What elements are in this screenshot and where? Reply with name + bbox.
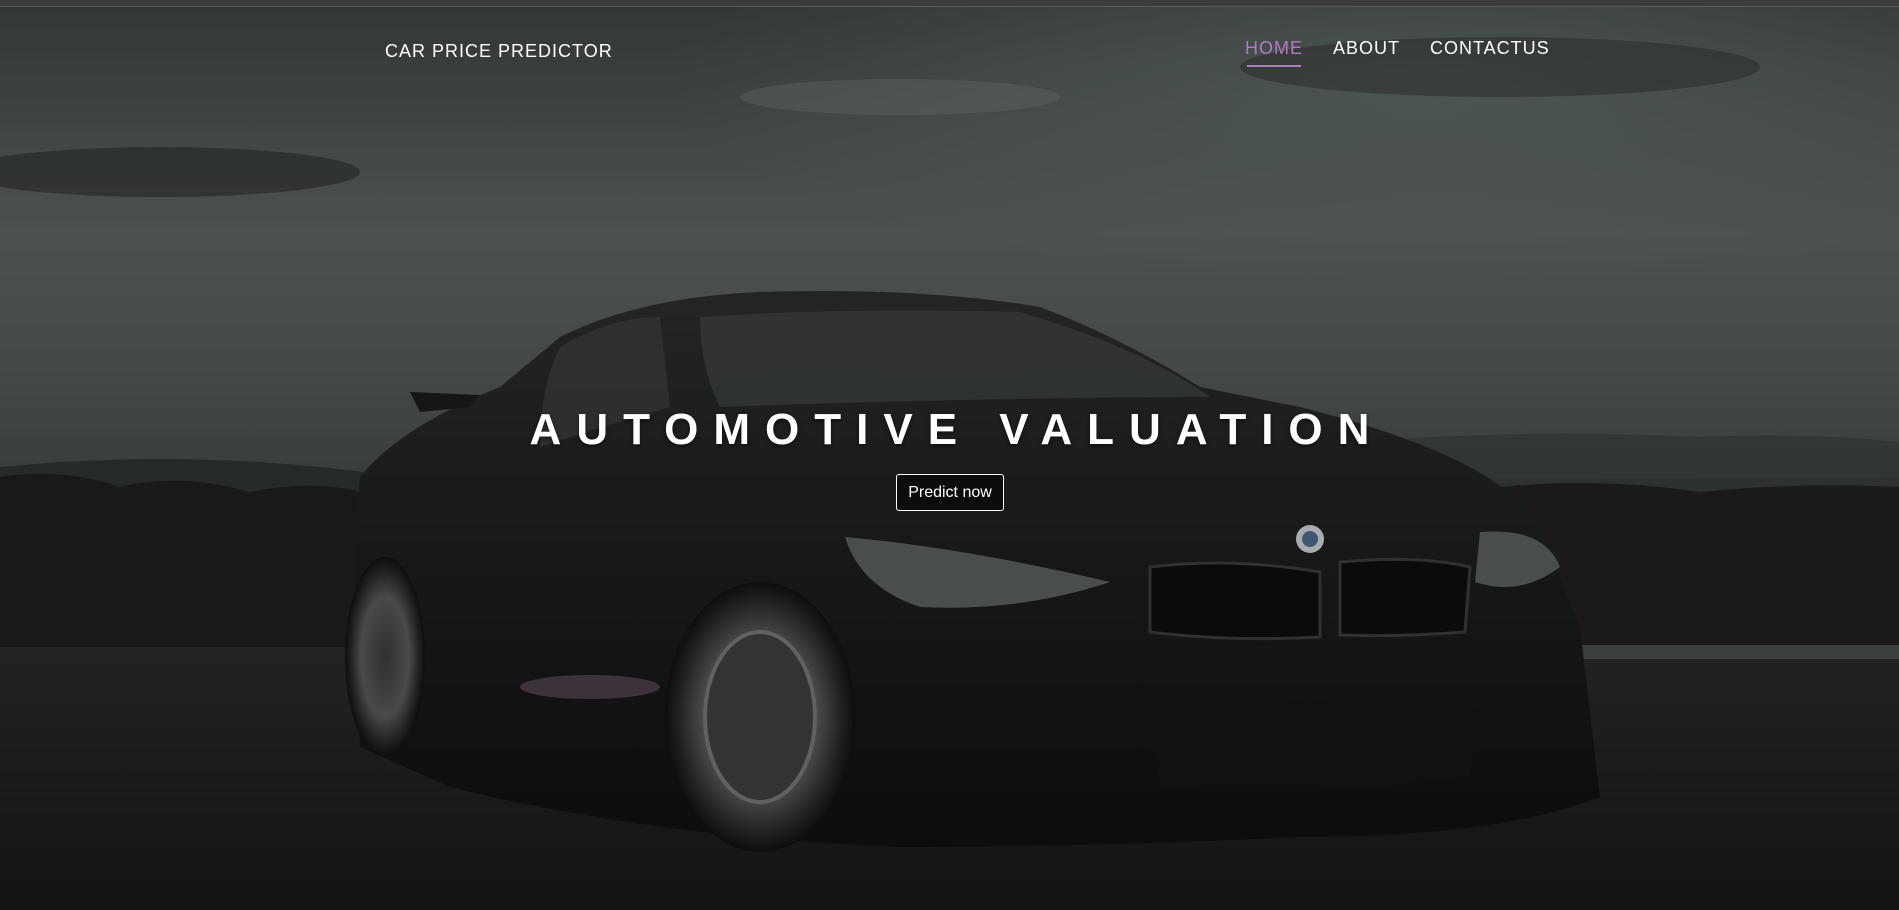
- hero-background-image: [0, 7, 1899, 910]
- nav-link-home[interactable]: HOME: [1245, 38, 1303, 67]
- page: CAR PRICE PREDICTOR HOME ABOUT CONTACTUS…: [0, 0, 1899, 910]
- brand-logo-link[interactable]: CAR PRICE PREDICTOR: [385, 41, 613, 62]
- hero-title: AUTOMOTIVE VALUATION: [529, 405, 1385, 454]
- nav-links: HOME ABOUT CONTACTUS: [1245, 38, 1550, 67]
- navbar: CAR PRICE PREDICTOR HOME ABOUT CONTACTUS: [0, 7, 1899, 87]
- nav-link-contactus[interactable]: CONTACTUS: [1430, 38, 1550, 67]
- predict-now-button[interactable]: Predict now: [896, 474, 1004, 511]
- nav-link-about[interactable]: ABOUT: [1333, 38, 1400, 67]
- browser-top-border: [0, 0, 1899, 7]
